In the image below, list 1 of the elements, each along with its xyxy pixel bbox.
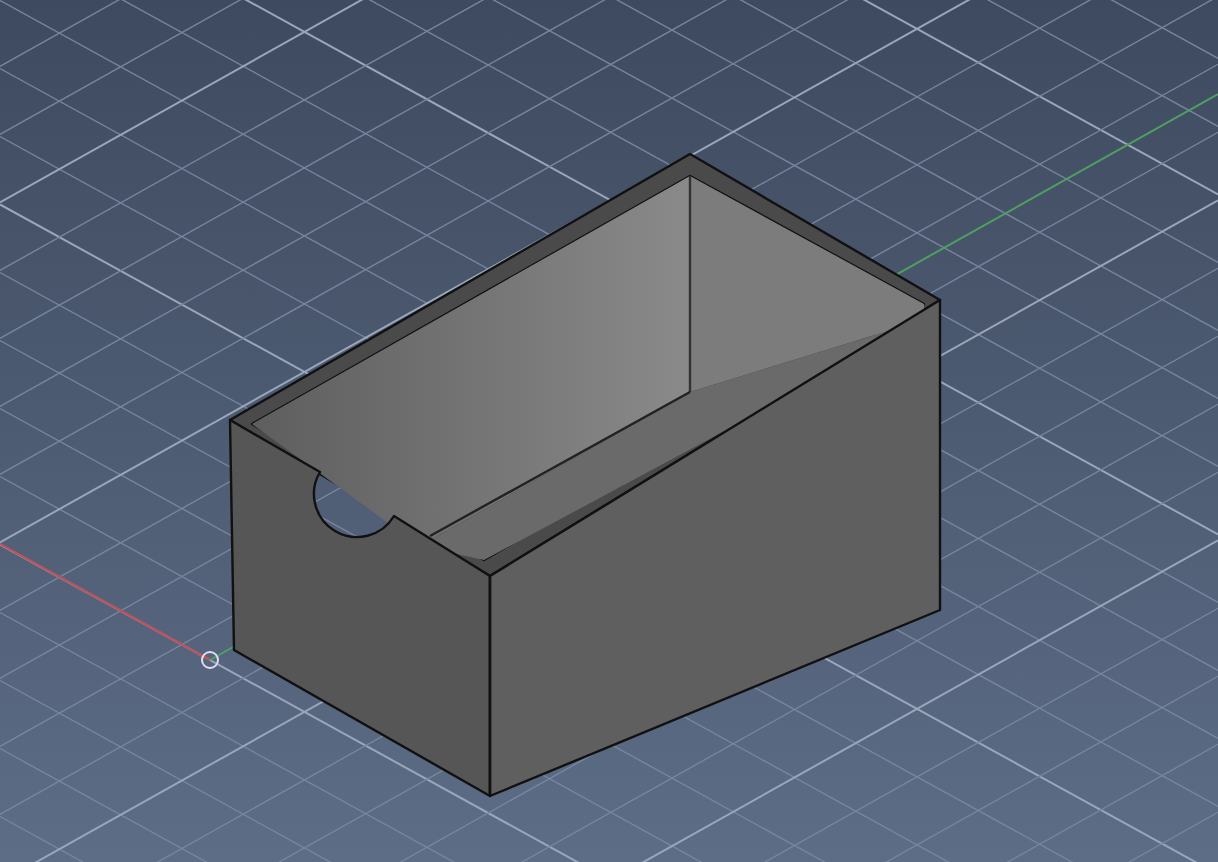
origin-icon xyxy=(201,651,219,669)
